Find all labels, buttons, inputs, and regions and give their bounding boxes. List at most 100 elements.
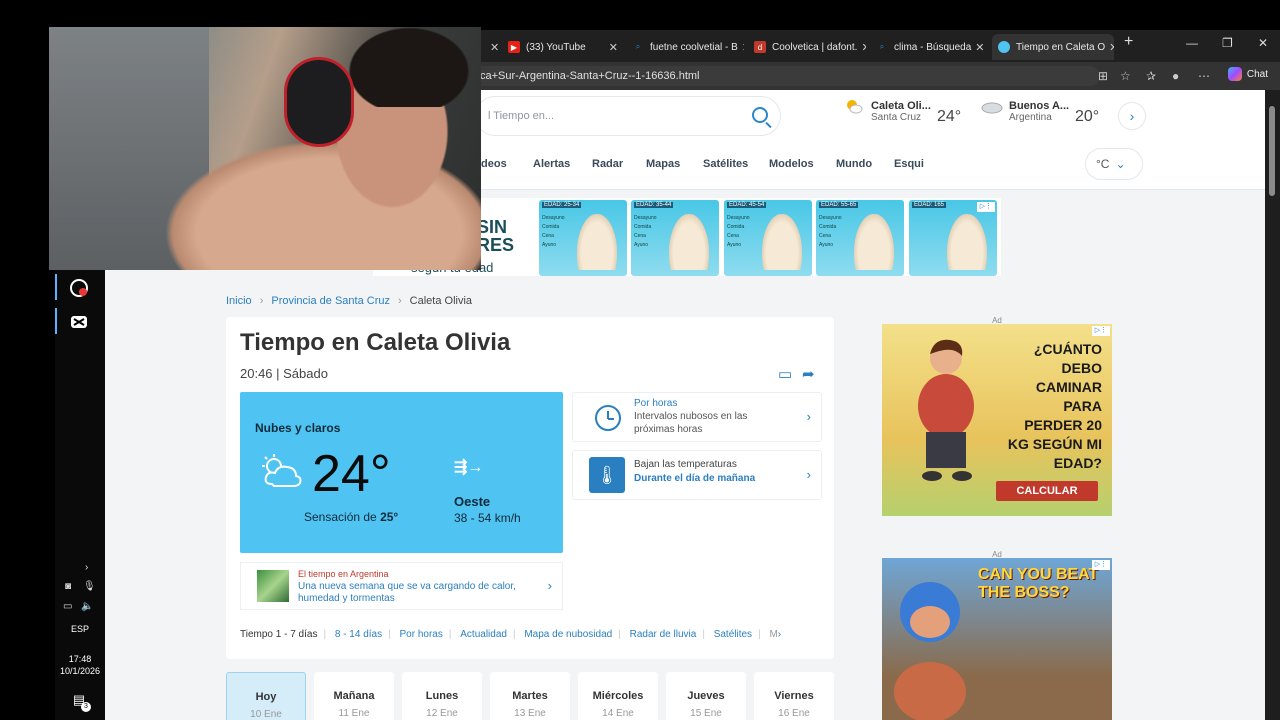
current-temperature: 24° — [312, 445, 391, 503]
next-cities-button[interactable]: › — [1118, 102, 1146, 130]
nav-satelites[interactable]: Satélites — [703, 158, 748, 170]
subnav-radar-lluvia[interactable]: Radar de lluvia — [630, 629, 697, 640]
nav-alertas[interactable]: Alertas — [533, 158, 570, 170]
ad-tile-image — [669, 214, 709, 270]
chevron-right-icon[interactable]: › — [778, 629, 781, 640]
current-weather-panel[interactable]: Nubes y claros 24° Sensación de 25° ⇶→ O… — [240, 392, 563, 553]
tab-dafont[interactable]: d Coolvetica | dafont. ✕ — [748, 34, 866, 60]
subnav-por-horas[interactable]: Por horas — [400, 629, 443, 640]
language-indicator[interactable]: ESP — [55, 624, 105, 634]
window-close-button[interactable]: ✕ — [1258, 36, 1268, 50]
capcut-logo — [71, 316, 87, 328]
ad-creative[interactable]: CAN YOU BEAT THE BOSS? ▷⋮ — [882, 558, 1112, 720]
new-tab-button[interactable]: + — [1124, 33, 1133, 51]
wind-speed: 38 - 54 km/h — [454, 511, 521, 525]
ad-creative[interactable]: ¿CUÁNTO DEBO CAMINAR PARA PERDER 20 KG S… — [882, 324, 1112, 516]
close-icon[interactable]: ✕ — [738, 41, 744, 54]
day-tab[interactable]: Lunes 12 Ene — [402, 672, 482, 720]
tab-search-font[interactable]: ⌕ fuetne coolvetial - B ✕ — [626, 34, 744, 60]
day-tab[interactable]: Miércoles 14 Ene — [578, 672, 658, 720]
microphone-icon[interactable]: 🎙 — [83, 581, 96, 592]
clock-time[interactable]: 17:48 — [55, 654, 105, 664]
minimize-button[interactable]: — — [1186, 36, 1198, 50]
close-icon[interactable]: ✕ — [605, 41, 618, 54]
unit-selector[interactable]: °C ⌄ — [1085, 148, 1143, 180]
adchoices-icon[interactable]: ▷⋮ — [1092, 560, 1110, 570]
nav-videos[interactable]: ídeos — [478, 158, 507, 170]
capcut-icon[interactable] — [65, 308, 93, 336]
ad-tile-line: Comida — [727, 224, 745, 230]
breadcrumb-inicio[interactable]: Inicio — [226, 295, 252, 307]
ad-tile-image — [947, 214, 987, 270]
notifications-icon[interactable]: ▤ 3 — [65, 686, 93, 714]
adchoices-icon[interactable]: ▷⋮ — [977, 202, 995, 212]
favorite-star-icon[interactable]: ☆ — [1120, 69, 1131, 83]
clock-date[interactable]: 10/1/2026 — [55, 666, 105, 676]
day-tab[interactable]: Viernes 16 Ene — [754, 672, 834, 720]
news-source: El tiempo en Argentina — [298, 569, 389, 579]
search-icon[interactable] — [752, 107, 768, 123]
close-icon[interactable]: ✕ — [971, 41, 984, 54]
city-buenos-aires[interactable]: Buenos A... Argentina 20° — [1009, 100, 1099, 125]
nav-modelos[interactable]: Modelos — [769, 158, 814, 170]
camera-icon[interactable]: ◙ — [65, 581, 71, 592]
subnav-divider: | — [618, 629, 621, 640]
subnav-1-7-dias[interactable]: Tiempo 1 - 7 días — [240, 629, 317, 640]
ad-headline: CAN YOU BEAT THE BOSS? — [978, 566, 1099, 601]
news-item[interactable]: El tiempo en Argentina Una nueva semana … — [240, 562, 563, 610]
url-field[interactable]: ca+Sur-Argentina-Santa+Cruz--1-16636.htm… — [480, 66, 1100, 86]
day-tab[interactable]: Mañana 11 Ene — [314, 672, 394, 720]
tab-clima[interactable]: ⌕ clima - Búsqueda ✕ — [870, 34, 988, 60]
nav-radar[interactable]: Radar — [592, 158, 623, 170]
city-caleta[interactable]: Caleta Oli... Santa Cruz 24° — [871, 100, 961, 125]
tab-youtube[interactable]: ▶ (33) YouTube ✕ — [502, 34, 624, 60]
day-tab[interactable]: Jueves 15 Ene — [666, 672, 746, 720]
copilot-chat-button[interactable]: Chat — [1227, 67, 1268, 81]
comment-icon[interactable]: ▭ — [778, 365, 792, 383]
app-icon[interactable]: ⊞ — [1098, 69, 1108, 83]
close-icon[interactable]: ✕ — [1105, 41, 1114, 54]
page-title: Tiempo en Caleta Olivia — [240, 329, 511, 356]
search-input[interactable]: l Tiempo en... — [475, 96, 781, 136]
day-tab[interactable]: Martes 13 Ene — [490, 672, 570, 720]
side-ad-1[interactable]: Ad ¿CUÁNTO DEBO CAMINAR PARA PERDER 20 K… — [882, 316, 1112, 516]
ad-cta-button[interactable]: CALCULAR — [996, 481, 1098, 501]
close-icon[interactable]: ✕ — [857, 41, 866, 54]
show-hidden-icons-chevron[interactable]: › — [85, 562, 88, 573]
scrollbar-thumb[interactable] — [1269, 106, 1275, 196]
nav-mapas[interactable]: Mapas — [646, 158, 680, 170]
network-icon[interactable]: ▭ — [63, 601, 72, 612]
volume-icon[interactable]: 🔈 — [81, 601, 93, 612]
ad-tile: EDAD: 55-65 Desayuno Comida Cena Ayuno — [816, 200, 904, 276]
hourly-summary-link[interactable]: Por horas Intervalos nubosos en las próx… — [572, 392, 822, 442]
ad-tile-line: Cena — [542, 233, 554, 239]
favorites-bar-icon[interactable]: ✰ — [1146, 69, 1156, 83]
record-icon — [70, 279, 88, 297]
close-icon[interactable]: ✕ — [486, 41, 498, 54]
subnav-satelites[interactable]: Satélites — [714, 629, 752, 640]
adchoices-icon[interactable]: ▷⋮ — [1092, 326, 1110, 336]
page-scrollbar[interactable] — [1265, 90, 1280, 720]
profile-icon[interactable]: ● — [1172, 69, 1179, 83]
news-thumbnail — [257, 570, 289, 602]
breadcrumb-provincia[interactable]: Provincia de Santa Cruz — [271, 295, 390, 307]
subnav-more[interactable]: M — [769, 629, 777, 640]
tab-close-partial[interactable]: ✕ — [480, 34, 498, 60]
subnav-8-14-dias[interactable]: 8 - 14 días — [335, 629, 382, 640]
subnav-mapa-nubosidad[interactable]: Mapa de nubosidad — [524, 629, 612, 640]
ad-tile: EDAD: 45-54 Desayuno Comida Cena Ayuno — [724, 200, 812, 276]
breadcrumb: Inicio › Provincia de Santa Cruz › Caleta Ol… — [226, 295, 472, 307]
temp-alert-text: Durante el día de mañana — [634, 473, 756, 484]
maximize-button[interactable]: ❐ — [1222, 36, 1233, 50]
side-ad-2[interactable]: Ad CAN YOU BEAT THE BOSS? ▷⋮ — [882, 550, 1112, 720]
tab-tiempo-active[interactable]: Tiempo en Caleta O ✕ — [992, 34, 1114, 60]
more-icon[interactable]: ⋯ — [1198, 69, 1210, 83]
share-icon[interactable]: ➦ — [802, 365, 815, 383]
nav-mundo[interactable]: Mundo — [836, 158, 872, 170]
recording-app-icon[interactable] — [65, 274, 93, 302]
day-name: Miércoles — [592, 690, 644, 702]
day-tab-hoy[interactable]: Hoy 10 Ene — [226, 672, 306, 720]
nav-esqui[interactable]: Esqui — [894, 158, 924, 170]
subnav-actualidad[interactable]: Actualidad — [460, 629, 507, 640]
temperature-alert-link[interactable]: 🌡 Bajan las temperaturas Durante el día … — [572, 450, 822, 500]
